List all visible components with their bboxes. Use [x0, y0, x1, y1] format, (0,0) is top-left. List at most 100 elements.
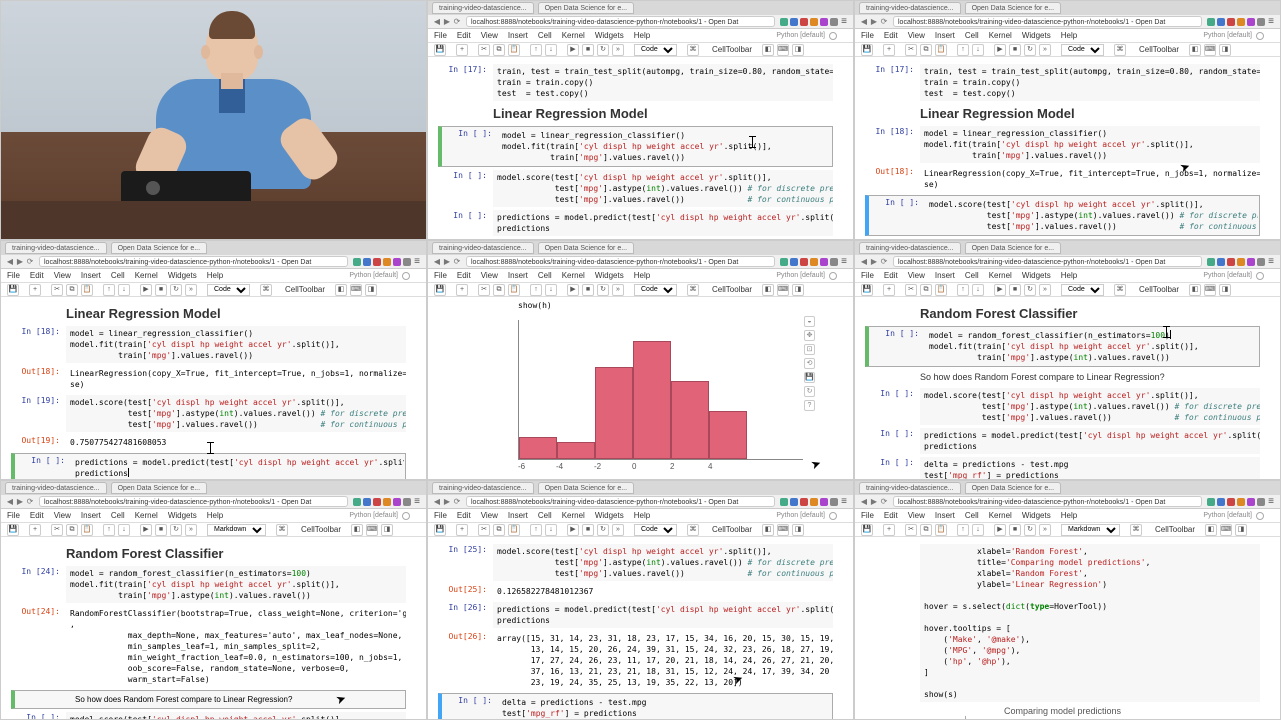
- celltoolbar-label[interactable]: CellToolbar: [712, 285, 752, 294]
- scatter-plot[interactable]: [965, 716, 1245, 719]
- bokeh-logo-icon[interactable]: ◒: [804, 316, 815, 327]
- add-cell-button[interactable]: +: [883, 524, 895, 536]
- back-icon[interactable]: ◀: [860, 18, 868, 26]
- ext-button[interactable]: ◧: [1189, 284, 1201, 296]
- ext-icon[interactable]: [1237, 18, 1245, 26]
- menu-edit[interactable]: Edit: [457, 271, 471, 280]
- fwd-icon[interactable]: ▶: [443, 18, 451, 26]
- restart-button[interactable]: ↻: [597, 524, 609, 536]
- ext-button[interactable]: ⌨: [366, 524, 378, 536]
- cut-button[interactable]: ✂: [51, 284, 63, 296]
- restart-button[interactable]: ↻: [1024, 44, 1036, 56]
- save-button[interactable]: 💾: [7, 284, 19, 296]
- menu-file[interactable]: File: [861, 511, 874, 520]
- tab-2[interactable]: Open Data Science for e...: [538, 242, 635, 254]
- tab-2[interactable]: Open Data Science for e...: [111, 482, 208, 494]
- ext-icon[interactable]: [1217, 258, 1225, 266]
- code-cell[interactable]: model = linear_regression_classifier() m…: [66, 326, 406, 363]
- move-up-button[interactable]: ↑: [957, 524, 969, 536]
- menu-kernel[interactable]: Kernel: [989, 511, 1012, 520]
- ext-button[interactable]: ◧: [335, 284, 347, 296]
- tab-1[interactable]: training-video-datascience...: [432, 2, 534, 14]
- restart-button[interactable]: ↻: [597, 284, 609, 296]
- cut-button[interactable]: ✂: [905, 284, 917, 296]
- ext-icon[interactable]: [353, 498, 361, 506]
- reload-icon[interactable]: ⟳: [453, 258, 461, 266]
- menu-help[interactable]: Help: [634, 271, 650, 280]
- reload-icon[interactable]: ⟳: [880, 498, 888, 506]
- cmd-palette-button[interactable]: ⌘: [1114, 44, 1126, 56]
- tab-1[interactable]: training-video-datascience...: [859, 2, 961, 14]
- menu-kernel[interactable]: Kernel: [989, 31, 1012, 40]
- menu-kernel[interactable]: Kernel: [989, 271, 1012, 280]
- notebook-area[interactable]: In [17]: train, test = train_test_split(…: [428, 57, 853, 239]
- back-icon[interactable]: ◀: [433, 258, 441, 266]
- menu-insert[interactable]: Insert: [935, 511, 955, 520]
- menu-widgets[interactable]: Widgets: [1022, 271, 1051, 280]
- menu-cell[interactable]: Cell: [111, 511, 125, 520]
- pan-icon[interactable]: ✥: [804, 330, 815, 341]
- menu-icon[interactable]: ≡: [1266, 496, 1276, 507]
- notebook-area[interactable]: Linear Regression Model In [18]: model =…: [1, 297, 426, 479]
- restart-button[interactable]: ↻: [170, 524, 182, 536]
- run-button[interactable]: ▶: [994, 524, 1006, 536]
- menu-help[interactable]: Help: [634, 511, 650, 520]
- copy-button[interactable]: ⧉: [493, 524, 505, 536]
- code-cell[interactable]: delta = predictions - test.mpg test['mpg…: [498, 695, 831, 719]
- menu-help[interactable]: Help: [207, 271, 223, 280]
- run-all-button[interactable]: »: [185, 284, 197, 296]
- tab-1[interactable]: training-video-datascience...: [859, 482, 961, 494]
- add-cell-button[interactable]: +: [456, 44, 468, 56]
- reload-icon[interactable]: ⟳: [26, 258, 34, 266]
- fwd-icon[interactable]: ▶: [870, 498, 878, 506]
- ext-icon[interactable]: [800, 498, 808, 506]
- menu-view[interactable]: View: [54, 271, 71, 280]
- celltype-select[interactable]: Code: [207, 284, 250, 296]
- jupyter-menubar[interactable]: File Edit View Insert Cell Kernel Widget…: [428, 29, 853, 43]
- menu-cell[interactable]: Cell: [965, 511, 979, 520]
- ext-button[interactable]: ◧: [351, 524, 363, 536]
- add-cell-button[interactable]: +: [456, 524, 468, 536]
- menu-view[interactable]: View: [54, 511, 71, 520]
- ext-button[interactable]: ⌨: [1204, 284, 1216, 296]
- ext-icon[interactable]: [383, 498, 391, 506]
- code-cell[interactable]: model.score(test['cyl displ hp weight ac…: [925, 197, 1258, 234]
- stop-button[interactable]: ■: [1009, 284, 1021, 296]
- back-icon[interactable]: ◀: [860, 258, 868, 266]
- add-cell-button[interactable]: +: [883, 284, 895, 296]
- code-cell[interactable]: delta = predictions - test.mpg test['mpg…: [920, 457, 1260, 479]
- celltype-select[interactable]: Code: [634, 524, 677, 536]
- run-button[interactable]: ▶: [567, 44, 579, 56]
- cmd-palette-button[interactable]: ⌘: [687, 284, 699, 296]
- menu-insert[interactable]: Insert: [508, 31, 528, 40]
- menu-file[interactable]: File: [7, 271, 20, 280]
- move-down-button[interactable]: ↓: [972, 44, 984, 56]
- ext-button[interactable]: ◨: [792, 284, 804, 296]
- menu-insert[interactable]: Insert: [935, 31, 955, 40]
- menu-kernel[interactable]: Kernel: [135, 271, 158, 280]
- ext-button[interactable]: ⌨: [350, 284, 362, 296]
- stop-button[interactable]: ■: [582, 44, 594, 56]
- url-field[interactable]: localhost:8888/notebooks/training-video-…: [39, 496, 348, 507]
- menu-icon[interactable]: ≡: [412, 496, 422, 507]
- back-icon[interactable]: ◀: [6, 258, 14, 266]
- tab-1[interactable]: training-video-datascience...: [432, 482, 534, 494]
- histogram-plot[interactable]: ◒ ✥ ⊡ ⟲ 💾 ↻ ? -6-4-2024: [488, 310, 823, 475]
- menu-cell[interactable]: Cell: [111, 271, 125, 280]
- menu-edit[interactable]: Edit: [884, 271, 898, 280]
- notebook-area[interactable]: In [17]: train, test = train_test_split(…: [855, 57, 1280, 239]
- menu-help[interactable]: Help: [1061, 31, 1077, 40]
- menu-view[interactable]: View: [481, 511, 498, 520]
- menu-edit[interactable]: Edit: [457, 511, 471, 520]
- ext-button[interactable]: ⌨: [777, 524, 789, 536]
- save-button[interactable]: 💾: [861, 284, 873, 296]
- stop-button[interactable]: ■: [1009, 44, 1021, 56]
- save-button[interactable]: 💾: [861, 524, 873, 536]
- menu-widgets[interactable]: Widgets: [1022, 31, 1051, 40]
- fwd-icon[interactable]: ▶: [443, 258, 451, 266]
- celltype-select[interactable]: Code: [1061, 44, 1104, 56]
- move-down-button[interactable]: ↓: [972, 284, 984, 296]
- fwd-icon[interactable]: ▶: [443, 498, 451, 506]
- menu-cell[interactable]: Cell: [538, 511, 552, 520]
- move-up-button[interactable]: ↑: [103, 524, 115, 536]
